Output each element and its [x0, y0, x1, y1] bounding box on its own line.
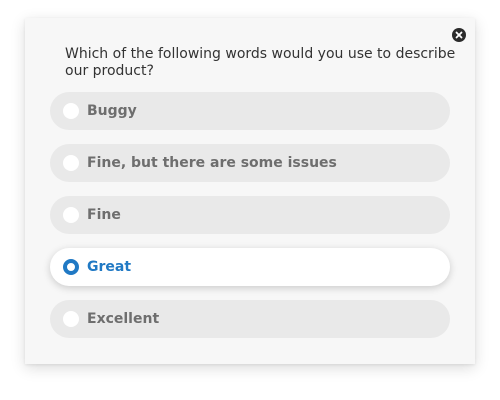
option-label: Great — [87, 259, 132, 275]
radio-icon[interactable] — [63, 207, 79, 223]
survey-card: Which of the following words would you u… — [25, 18, 475, 364]
option-label: Fine, but there are some issues — [87, 155, 337, 171]
radio-icon[interactable] — [63, 259, 79, 275]
radio-icon[interactable] — [63, 103, 79, 119]
option-fine[interactable]: Fine — [50, 196, 450, 234]
option-label: Buggy — [87, 103, 137, 119]
option-fine-but-issues[interactable]: Fine, but there are some issues — [50, 144, 450, 182]
survey-question: Which of the following words would you u… — [65, 46, 456, 79]
option-label: Excellent — [87, 311, 160, 327]
option-great[interactable]: Great — [50, 248, 450, 286]
radio-icon[interactable] — [63, 311, 79, 327]
close-icon — [455, 31, 463, 39]
answer-options: Buggy Fine, but there are some issues Fi… — [50, 92, 450, 352]
option-buggy[interactable]: Buggy — [50, 92, 450, 130]
option-label: Fine — [87, 207, 121, 223]
close-button[interactable] — [452, 28, 466, 42]
option-excellent[interactable]: Excellent — [50, 300, 450, 338]
radio-icon[interactable] — [63, 155, 79, 171]
